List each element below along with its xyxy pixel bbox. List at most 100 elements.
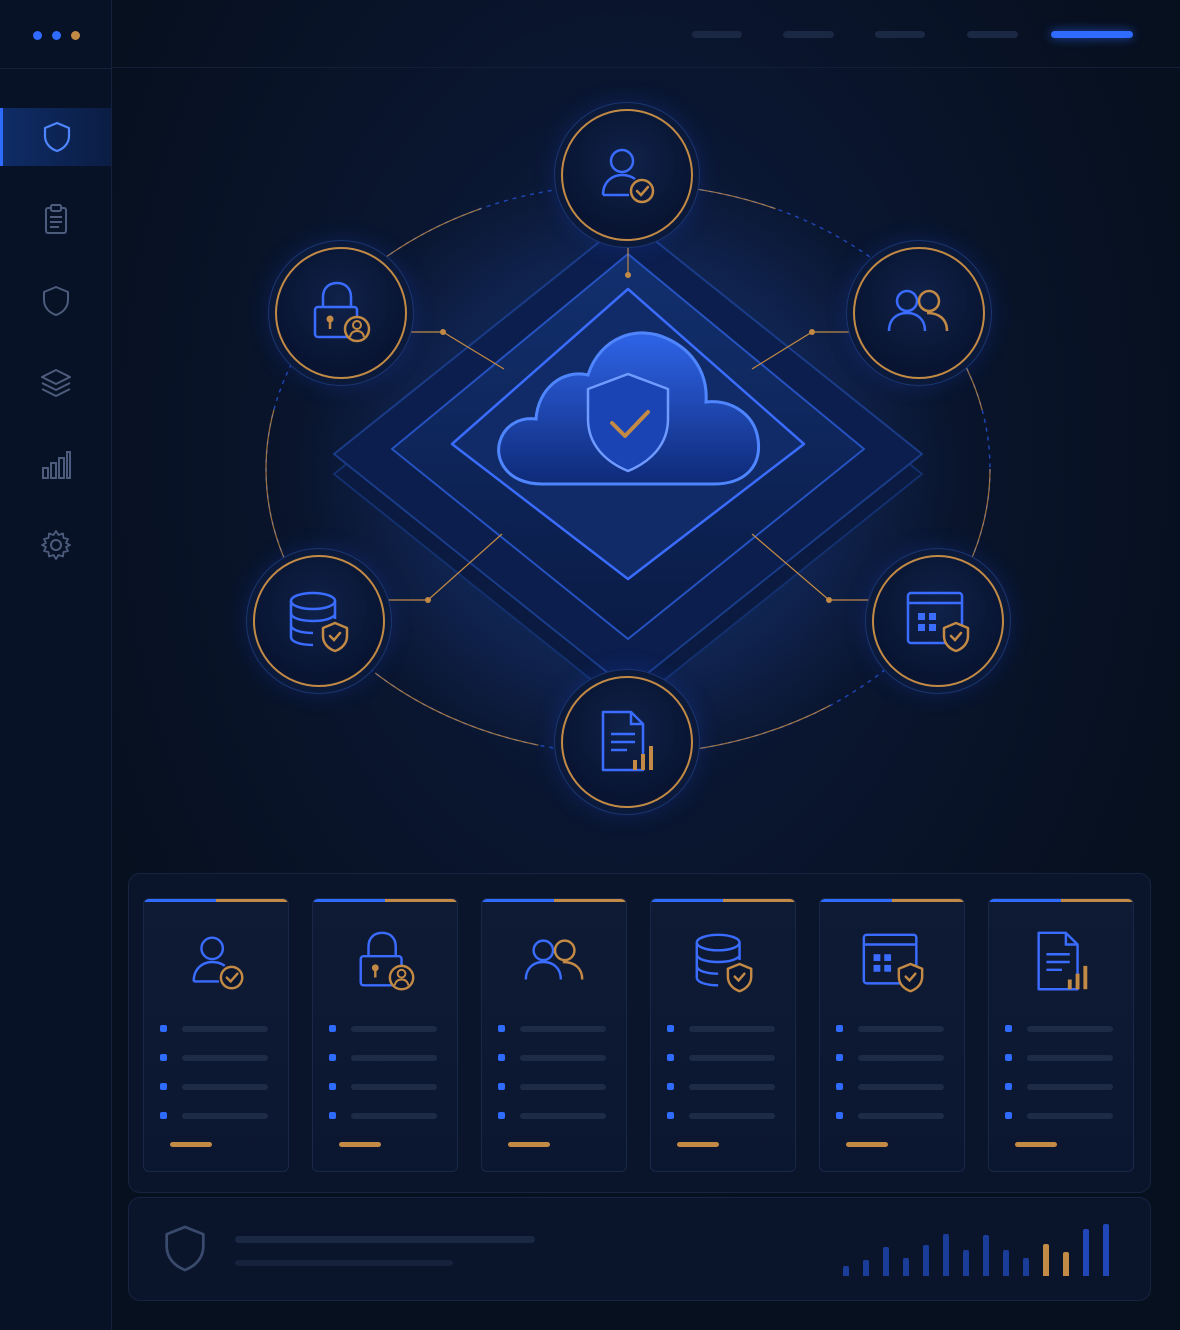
sidebar-item-security[interactable]	[0, 108, 111, 166]
node-team[interactable]	[853, 247, 985, 379]
bullet	[160, 1112, 167, 1119]
bullet	[160, 1054, 167, 1061]
activity-bar	[963, 1250, 969, 1276]
bullet	[836, 1112, 843, 1119]
activity-bar	[943, 1234, 949, 1276]
card-list-item	[836, 1054, 950, 1062]
text-line	[858, 1055, 944, 1061]
node-user-verify[interactable]	[561, 109, 693, 241]
nav-item-1[interactable]	[692, 31, 742, 38]
bullet	[1005, 1054, 1012, 1061]
nav-item-5-active[interactable]	[1051, 31, 1133, 38]
feature-card-5[interactable]	[819, 898, 965, 1172]
feature-card-4[interactable]	[650, 898, 796, 1172]
sidebar-item-protection[interactable]	[0, 272, 111, 330]
card-list-item	[160, 1025, 274, 1033]
text-line	[689, 1055, 775, 1061]
lock-user-icon	[313, 281, 371, 343]
card-list-item	[1005, 1083, 1119, 1091]
window-dot-3[interactable]	[71, 31, 80, 40]
card-accent-bar	[482, 899, 626, 902]
activity-bar	[903, 1258, 909, 1276]
card-footer-indicator	[339, 1142, 381, 1147]
node-data-protection[interactable]	[253, 555, 385, 687]
text-line	[1027, 1084, 1113, 1090]
bullet	[667, 1083, 674, 1090]
activity-bar	[983, 1235, 989, 1276]
lock-user-icon	[359, 931, 415, 991]
database-shield-icon	[289, 591, 349, 653]
window-dot-2[interactable]	[52, 31, 61, 40]
text-line	[1027, 1055, 1113, 1061]
nav-item-2[interactable]	[783, 31, 834, 38]
activity-bar	[1103, 1224, 1109, 1276]
text-line	[520, 1084, 606, 1090]
card-list-item	[498, 1025, 612, 1033]
window-dot-1[interactable]	[33, 31, 42, 40]
bullet	[1005, 1025, 1012, 1032]
status-summary	[128, 1197, 1151, 1301]
app-window	[0, 0, 1180, 1330]
text-line	[689, 1026, 775, 1032]
window-controls	[33, 31, 80, 40]
card-list-item	[667, 1025, 781, 1033]
activity-bar	[1043, 1244, 1049, 1276]
card-list-item	[667, 1112, 781, 1120]
calendar-shield-icon	[862, 933, 924, 993]
text-line	[858, 1113, 944, 1119]
user-check-icon	[192, 936, 244, 990]
text-line	[689, 1084, 775, 1090]
card-list-item	[160, 1112, 274, 1120]
nav-item-3[interactable]	[875, 31, 925, 38]
card-footer-indicator	[846, 1142, 888, 1147]
text-line	[351, 1055, 437, 1061]
card-footer-indicator	[1015, 1142, 1057, 1147]
card-footer-indicator	[170, 1142, 212, 1147]
sidebar-item-layers[interactable]	[0, 354, 111, 412]
shield-icon	[43, 121, 71, 153]
card-list-item	[160, 1054, 274, 1062]
bullet	[329, 1083, 336, 1090]
bullet	[498, 1083, 505, 1090]
sidebar-item-settings[interactable]	[0, 516, 111, 574]
bullet	[836, 1025, 843, 1032]
status-text-line-1	[235, 1236, 535, 1243]
card-list-item	[329, 1112, 443, 1120]
node-app-security[interactable]	[872, 555, 1004, 687]
node-access-control[interactable]	[275, 247, 407, 379]
text-line	[689, 1113, 775, 1119]
sidebar-item-analytics[interactable]	[0, 436, 111, 494]
activity-bar	[923, 1245, 929, 1276]
feature-cards-panel	[128, 873, 1151, 1193]
card-accent-bar	[651, 899, 795, 902]
gear-icon	[40, 530, 71, 560]
shield-outline-icon	[42, 286, 69, 316]
user-check-icon	[601, 148, 655, 204]
sidebar-item-reports[interactable]	[0, 190, 111, 248]
text-line	[520, 1055, 606, 1061]
top-navigation	[112, 0, 1180, 68]
bullet	[667, 1025, 674, 1032]
bullet	[836, 1083, 843, 1090]
feature-card-1[interactable]	[143, 898, 289, 1172]
bullet	[329, 1112, 336, 1119]
nav-item-4[interactable]	[967, 31, 1018, 38]
card-list-item	[498, 1054, 612, 1062]
document-chart-icon	[1037, 931, 1088, 991]
feature-card-2[interactable]	[312, 898, 458, 1172]
users-icon	[524, 939, 584, 980]
layers-icon	[40, 369, 71, 397]
feature-card-3[interactable]	[481, 898, 627, 1172]
text-line	[520, 1113, 606, 1119]
card-list-item	[498, 1112, 612, 1120]
bullet	[498, 1054, 505, 1061]
node-compliance-report[interactable]	[561, 676, 693, 808]
text-line	[351, 1026, 437, 1032]
text-line	[182, 1026, 268, 1032]
text-line	[351, 1113, 437, 1119]
bar-chart-icon	[41, 451, 71, 479]
security-hub-diagram	[112, 69, 1180, 859]
shield-outline-icon	[165, 1225, 205, 1272]
feature-card-6[interactable]	[988, 898, 1134, 1172]
users-icon	[887, 289, 949, 332]
